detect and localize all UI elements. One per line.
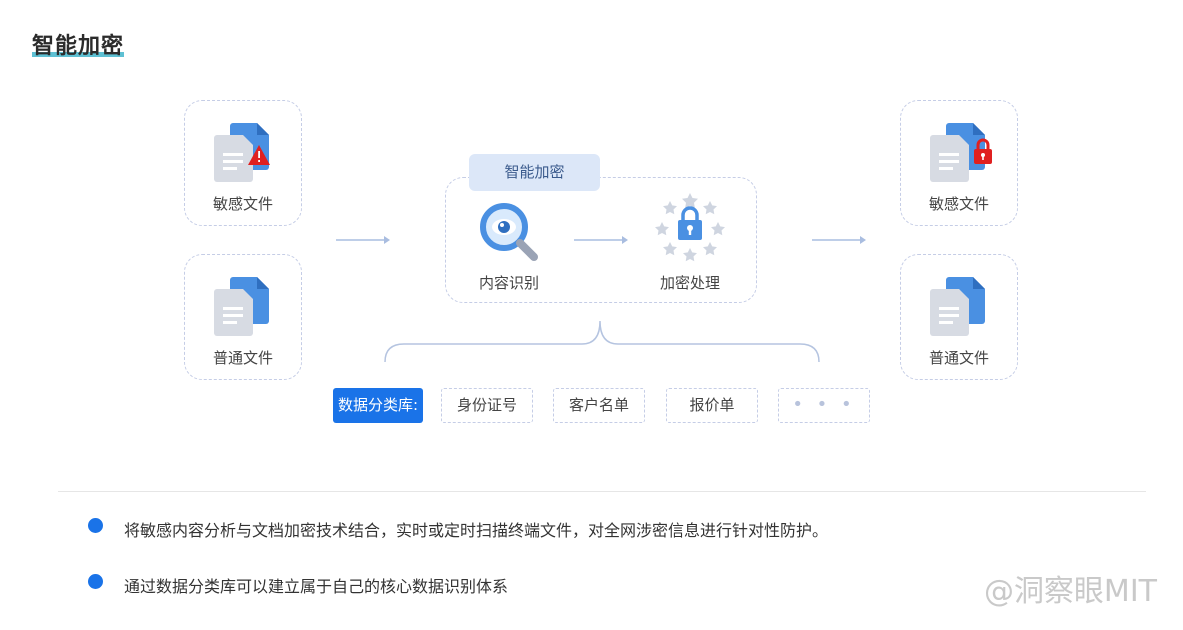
process-tab: 智能加密 (469, 154, 600, 191)
magnifier-eye-icon (480, 203, 538, 261)
divider (58, 491, 1146, 492)
file-label: 普通文件 (212, 349, 273, 367)
step-content-recognition-label: 内容识别 (478, 274, 539, 292)
eu-lock-icon (655, 193, 725, 262)
step-encryption-label: 加密处理 (659, 274, 720, 292)
bullet-text: 将敏感内容分析与文档加密技术结合，实时或定时扫描终端文件，对全网涉密信息进行针对… (124, 521, 829, 540)
file-label: 普通文件 (928, 349, 989, 367)
sensitive-document-icon (214, 123, 270, 182)
bullet-text: 通过数据分类库可以建立属于自己的核心数据识别体系 (124, 577, 509, 596)
arrow-right-icon (336, 236, 390, 244)
db-chip-quotation: 报价单 (666, 388, 758, 423)
page-title: 智能加密 (32, 34, 125, 59)
db-chip-id-number: 身份证号 (441, 388, 533, 423)
arrow-right-icon (812, 236, 866, 244)
db-chip-customer-list: 客户名单 (553, 388, 645, 423)
watermark: @洞察眼MIT (983, 574, 1157, 609)
file-label: 敏感文件 (212, 195, 273, 213)
document-icon (930, 277, 985, 336)
locked-document-icon (930, 123, 992, 182)
curly-brace (384, 320, 820, 363)
bullet-dot (88, 574, 103, 589)
bullet-dot (88, 518, 103, 533)
output-sensitive-file-card: 敏感文件 (900, 100, 1018, 226)
input-sensitive-file-card: 敏感文件 (184, 100, 302, 226)
data-classification-label: 数据分类库: (333, 388, 423, 423)
output-normal-file-card: 普通文件 (900, 254, 1018, 380)
input-normal-file-card: 普通文件 (184, 254, 302, 380)
document-icon (214, 277, 269, 336)
file-label: 敏感文件 (928, 195, 989, 213)
db-chip-more: • • • (778, 388, 870, 423)
